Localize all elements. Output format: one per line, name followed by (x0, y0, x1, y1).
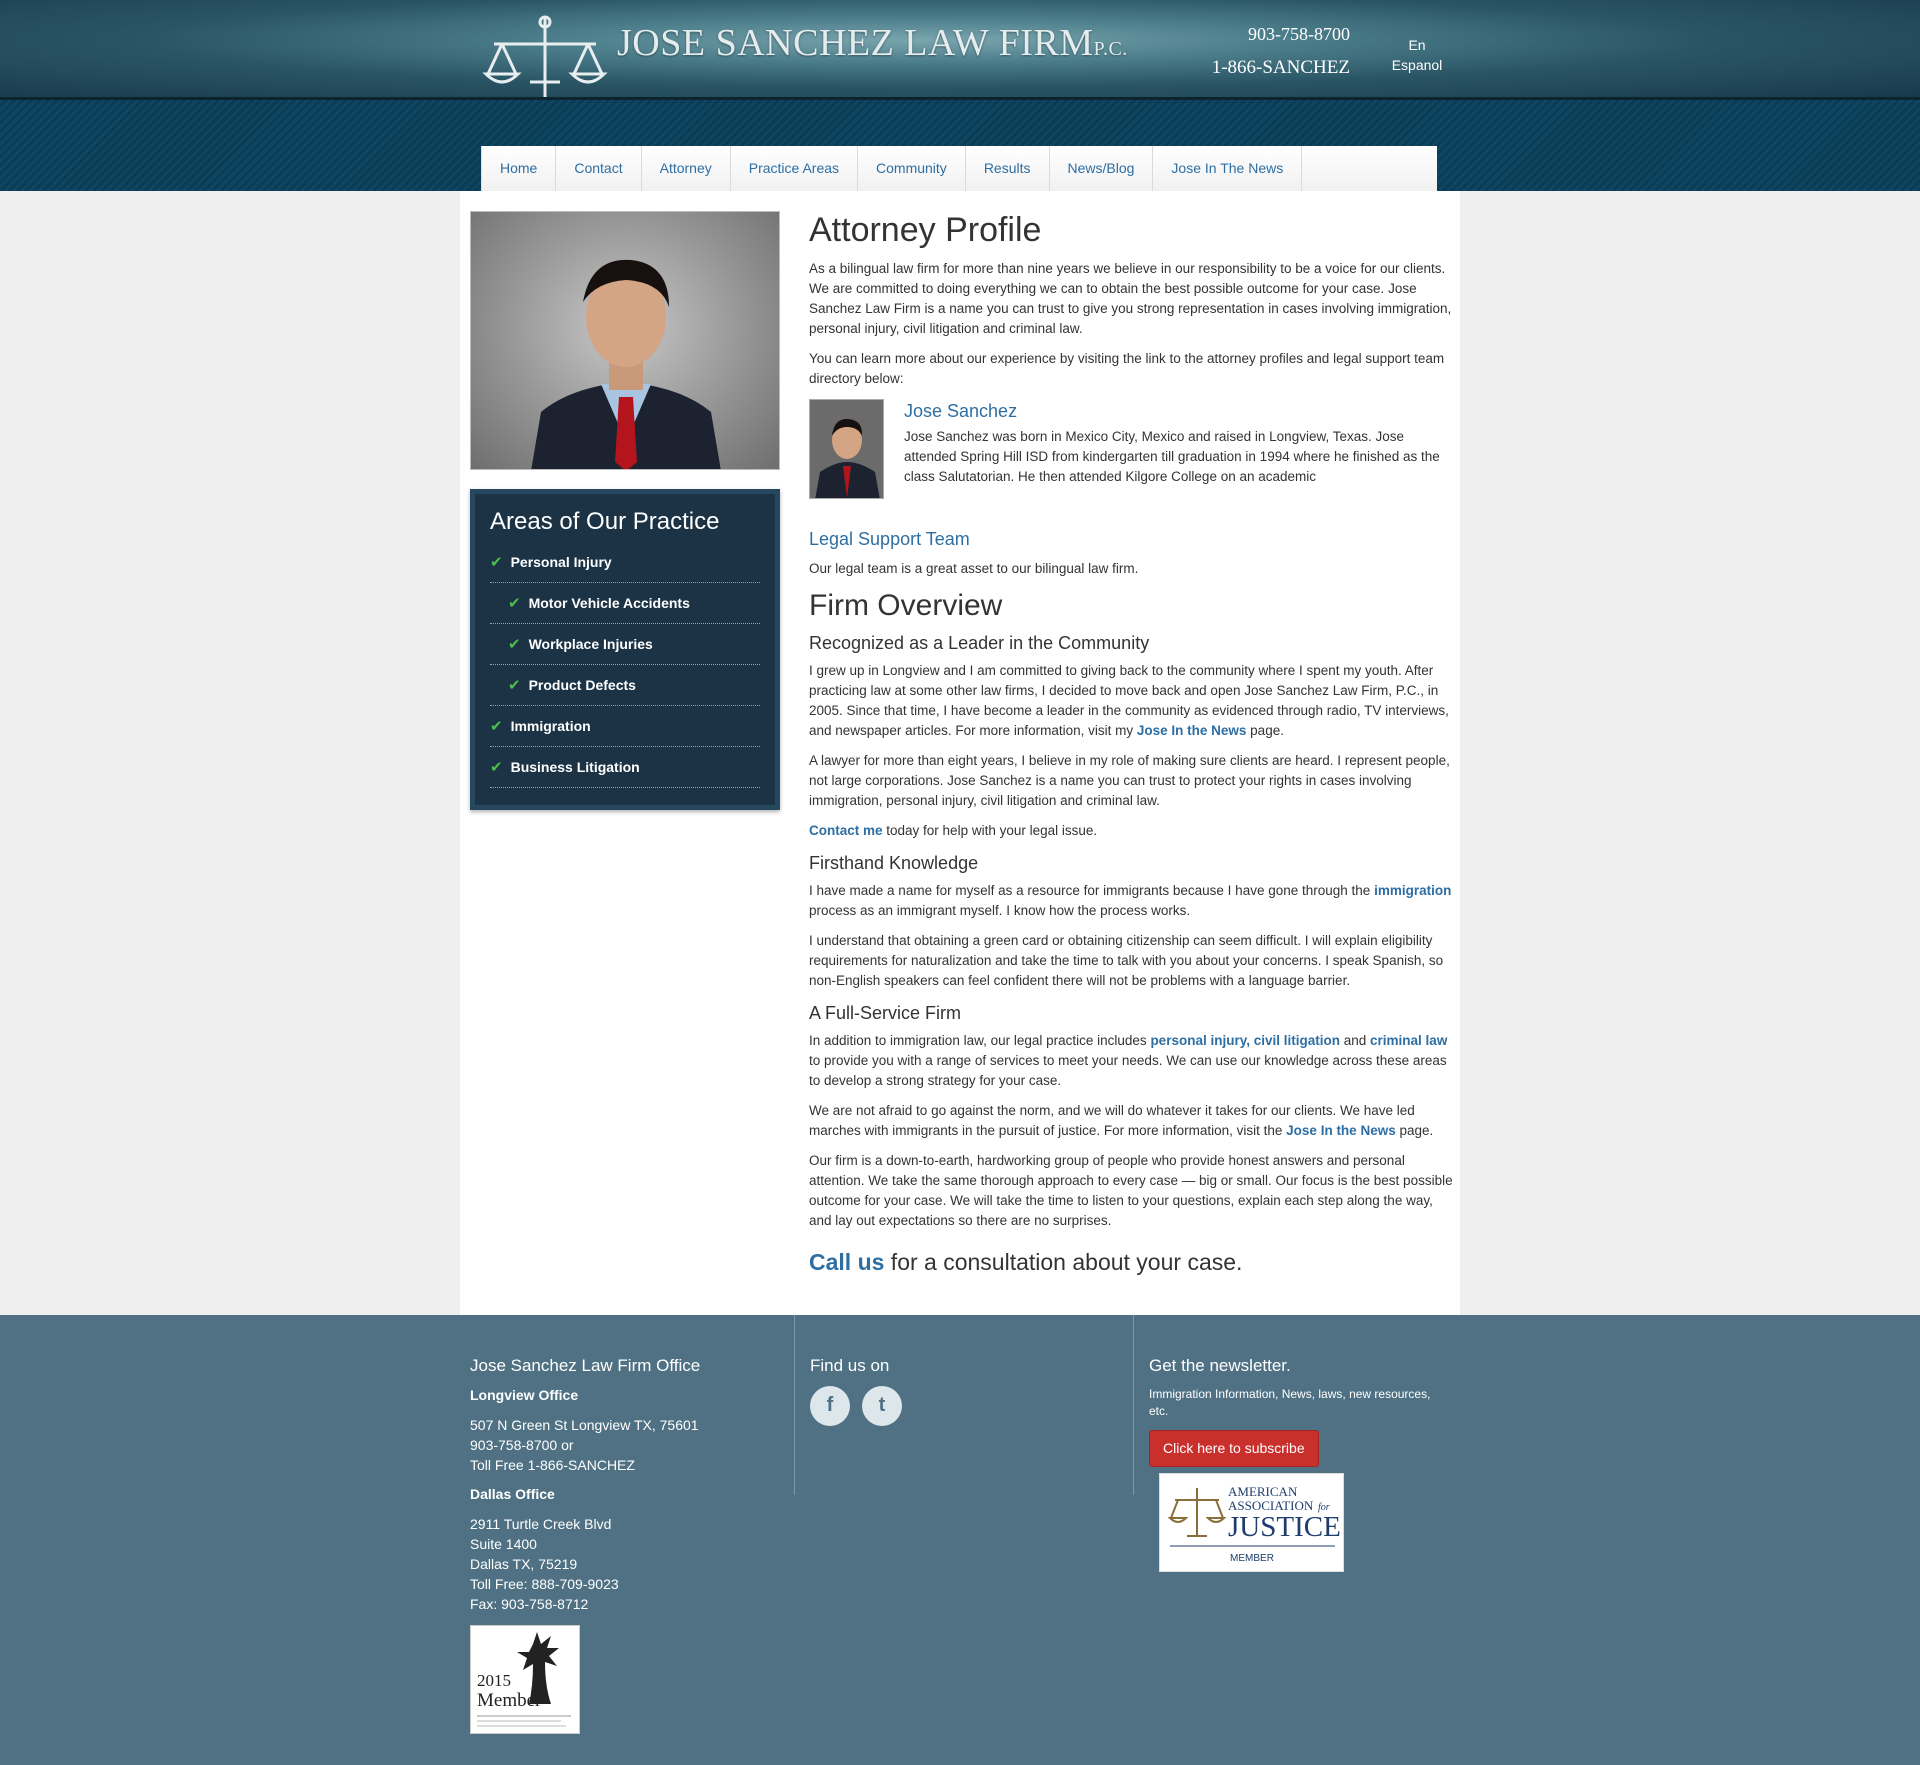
check-icon: ✔ (508, 595, 521, 613)
nav-practice-areas[interactable]: Practice Areas (731, 146, 859, 191)
attorney-name-link[interactable]: Jose Sanchez (904, 399, 1017, 423)
twitter-icon[interactable]: t (862, 1385, 902, 1426)
footer-newsletter: Get the newsletter. Immigration Informat… (1149, 1355, 1449, 1467)
article: Attorney Profile As a bilingual law firm… (809, 211, 1459, 1278)
attorney-card: Jose Sanchez Jose Sanchez was born in Me… (809, 399, 1459, 499)
jose-in-the-news-link[interactable]: Jose In the News (1137, 723, 1247, 738)
language-toggle[interactable]: En Espanol (1380, 35, 1454, 75)
firsthand-paragraph-2: I understand that obtaining a green card… (809, 933, 1444, 989)
personal-injury-link[interactable]: personal injury (1150, 1033, 1246, 1048)
intro-paragraph: As a bilingual law firm for more than ni… (809, 261, 1452, 336)
full-service-heading: A Full-Service Firm (809, 1003, 962, 1024)
attorney-thumbnail[interactable] (809, 399, 884, 499)
firsthand-heading: Firsthand Knowledge (809, 853, 979, 874)
check-icon: ✔ (508, 677, 521, 695)
aaj-member-badge[interactable]: AMERICAN ASSOCIATION for JUSTICE MEMBER (1159, 1473, 1344, 1572)
immigration-link[interactable]: immigration (1374, 883, 1451, 898)
office-title: Jose Sanchez Law Firm Office (470, 1356, 701, 1375)
footer-social: Find us on f t (810, 1355, 902, 1426)
firm-name[interactable]: JOSE SANCHEZ LAW FIRMP.C. (617, 18, 1128, 69)
longview-toll-free[interactable]: Toll Free 1-866-SANCHEZ (470, 1457, 635, 1473)
leader-heading: Recognized as a Leader in the Community (809, 633, 1150, 654)
legal-support-team-link[interactable]: Legal Support Team (809, 527, 1459, 551)
check-icon: ✔ (490, 718, 503, 736)
check-icon: ✔ (490, 554, 503, 572)
longview-address: 507 N Green St Longview TX, 75601 903-75… (470, 1416, 699, 1473)
site-header: S JOSE SANCHEZ LAW FIRMP.C. 903-758-8700… (0, 0, 1920, 144)
practice-areas-panel: Areas of Our Practice ✔ Personal Injury ✔… (470, 489, 780, 810)
main-nav: Home Contact Attorney Practice Areas Com… (481, 146, 1437, 191)
full-service-paragraph-1: In addition to immigration law, our lega… (809, 1033, 1448, 1089)
aaj-line-3: JUSTICE (1228, 1511, 1341, 1543)
attorney-bio: Jose Sanchez was born in Mexico City, Me… (904, 429, 1440, 484)
practice-areas-title: Areas of Our Practice (490, 508, 720, 535)
lang-en: En (1408, 37, 1426, 53)
newsletter-blurb: Immigration Information, News, laws, new… (1149, 1386, 1431, 1418)
criminal-law-link[interactable]: criminal law (1370, 1033, 1447, 1048)
contact-me-link[interactable]: Contact me (809, 823, 883, 838)
practice-item-immigration[interactable]: ✔ Immigration (490, 706, 760, 748)
badge-member: Member (477, 1690, 542, 1711)
nav-home[interactable]: Home (482, 146, 557, 191)
longview-title: Longview Office (470, 1386, 579, 1403)
page-title: Attorney Profile (809, 211, 1042, 249)
civil-litigation-link[interactable]: civil litigation (1254, 1033, 1340, 1048)
attorney-photo (470, 211, 780, 470)
call-us-link[interactable]: Call us (809, 1249, 884, 1275)
subscribe-button[interactable]: Click here to subscribe (1149, 1429, 1319, 1467)
nav-results[interactable]: Results (966, 146, 1050, 191)
dallas-fax: Fax: 903-758-8712 (470, 1595, 589, 1612)
practice-item-business-litigation[interactable]: ✔ Business Litigation (490, 747, 760, 789)
dallas-toll-free[interactable]: Toll Free: 888-709-9023 (470, 1576, 619, 1592)
badge-year: 2015 (477, 1671, 511, 1690)
leader-paragraph-1: I grew up in Longview and I am committed… (809, 663, 1449, 739)
aila-2015-member-badge[interactable]: 2015 Member (470, 1625, 580, 1734)
longview-phone[interactable]: 903-758-8700 or (470, 1437, 574, 1453)
leader-paragraph-2: A lawyer for more than eight years, I be… (809, 753, 1450, 809)
jose-in-the-news-link-2[interactable]: Jose In the News (1286, 1123, 1396, 1138)
team-text: Our legal team is a great asset to our b… (809, 561, 1139, 577)
practice-item-product-defects[interactable]: ✔ Product Defects (490, 665, 760, 707)
full-service-paragraph-2: We are not afraid to go against the norm… (809, 1103, 1434, 1139)
site-footer: Jose Sanchez Law Firm Office Longview Of… (0, 1315, 1920, 1765)
facebook-icon[interactable]: f (810, 1385, 850, 1426)
aaj-line-4: MEMBER (1230, 1553, 1274, 1564)
phone-local[interactable]: 903-758-8700 (1248, 22, 1350, 46)
main-content-area: Areas of Our Practice ✔ Personal Injury ✔… (460, 191, 1460, 1315)
dallas-title: Dallas Office (470, 1485, 555, 1502)
find-us-title: Find us on (810, 1356, 890, 1375)
dallas-address: 2911 Turtle Creek Blvd Suite 1400 Dallas… (470, 1515, 619, 1612)
lang-es: Espanol (1391, 57, 1443, 73)
footer-offices: Jose Sanchez Law Firm Office Longview Of… (470, 1355, 700, 1624)
check-icon: ✔ (508, 636, 521, 654)
nav-jose-in-the-news[interactable]: Jose In The News (1153, 146, 1303, 191)
contact-paragraph: Contact me today for help with your lega… (809, 823, 1098, 839)
practice-item-personal-injury[interactable]: ✔ Personal Injury (490, 542, 760, 584)
firm-suffix: P.C. (1093, 38, 1128, 60)
footer-divider (1133, 1315, 1134, 1495)
nav-contact[interactable]: Contact (556, 146, 642, 191)
aaj-line-1: AMERICAN (1228, 1484, 1298, 1499)
full-service-paragraph-3: Our firm is a down-to-earth, hardworking… (809, 1153, 1453, 1229)
practice-item-motor-vehicle[interactable]: ✔ Motor Vehicle Accidents (490, 583, 760, 625)
practice-item-workplace[interactable]: ✔ Workplace Injuries (490, 624, 760, 666)
call-us-banner: Call us for a consultation about your ca… (809, 1249, 1243, 1276)
firm-overview-title: Firm Overview (809, 589, 1003, 623)
newsletter-title: Get the newsletter. (1149, 1356, 1291, 1375)
learn-more-paragraph: You can learn more about our experience … (809, 351, 1445, 386)
nav-community[interactable]: Community (858, 146, 966, 191)
nav-news-blog[interactable]: News/Blog (1050, 146, 1154, 191)
check-icon: ✔ (490, 759, 503, 777)
nav-attorney[interactable]: Attorney (642, 146, 731, 191)
footer-divider (794, 1315, 795, 1495)
firsthand-paragraph-1: I have made a name for myself as a resou… (809, 883, 1452, 919)
phone-toll-free[interactable]: 1-866-SANCHEZ (1212, 55, 1350, 81)
